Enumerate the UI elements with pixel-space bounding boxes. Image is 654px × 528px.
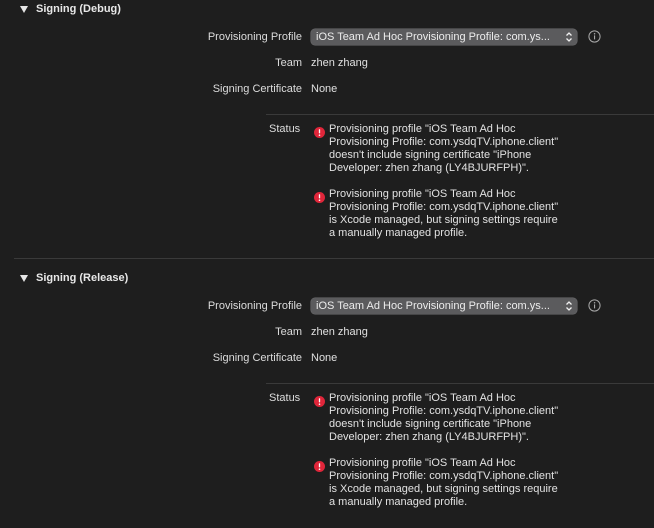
- signing-certificate-row: Signing Certificate None: [0, 81, 654, 99]
- provisioning-profile-label: Provisioning Profile: [207, 31, 302, 43]
- error-exclamation-icon: [314, 461, 325, 472]
- signing-certificate-value: None: [311, 352, 338, 364]
- team-label: Team: [275, 326, 302, 338]
- status-label: Status: [269, 392, 301, 404]
- provisioning-profile-value: iOS Team Ad Hoc Provisioning Profile: co…: [316, 31, 550, 43]
- status-issue-text: Provisioning profile "iOS Team Ad Hoc Pr…: [329, 188, 559, 239]
- status-issue-text: Provisioning profile "iOS Team Ad Hoc Pr…: [329, 457, 559, 508]
- status-label: Status: [269, 123, 301, 135]
- provisioning-profile-popup[interactable]: iOS Team Ad Hoc Provisioning Profile: co…: [311, 29, 577, 45]
- team-row: Team zhen zhang: [0, 55, 654, 73]
- signing-debug-header[interactable]: Signing (Debug): [20, 3, 121, 15]
- provisioning-profile-label: Provisioning Profile: [207, 300, 302, 312]
- status-issue-text: Provisioning profile "iOS Team Ad Hoc Pr…: [329, 123, 559, 174]
- signing-certificate-label: Signing Certificate: [212, 83, 302, 95]
- provisioning-profile-row: Provisioning Profile iOS Team Ad Hoc Pro…: [0, 29, 654, 47]
- info-circle-icon[interactable]: [588, 299, 601, 312]
- signing-certificate-value: None: [311, 83, 338, 95]
- info-circle-icon[interactable]: [588, 30, 601, 43]
- team-value: zhen zhang: [311, 326, 368, 338]
- section-title: Signing (Release): [36, 272, 129, 284]
- popup-arrows-icon: [566, 32, 572, 42]
- error-exclamation-icon: [314, 396, 325, 407]
- team-value: zhen zhang: [311, 57, 368, 69]
- signing-debug-section: Signing (Debug) Provisioning Profile iOS…: [0, 0, 654, 259]
- popup-arrows-icon: [566, 301, 572, 311]
- signing-certificate-label: Signing Certificate: [212, 352, 302, 364]
- section-title: Signing (Debug): [36, 3, 121, 15]
- disclosure-triangle-down-icon[interactable]: [20, 275, 28, 282]
- section-divider: [14, 258, 654, 259]
- signing-release-section: Signing (Release) Provisioning Profile i…: [0, 269, 654, 528]
- team-row: Team zhen zhang: [0, 324, 654, 342]
- provisioning-profile-row: Provisioning Profile iOS Team Ad Hoc Pro…: [0, 298, 654, 316]
- disclosure-triangle-down-icon[interactable]: [20, 6, 28, 13]
- provisioning-profile-popup[interactable]: iOS Team Ad Hoc Provisioning Profile: co…: [311, 298, 577, 314]
- provisioning-profile-value: iOS Team Ad Hoc Provisioning Profile: co…: [316, 300, 550, 312]
- team-label: Team: [275, 57, 302, 69]
- signing-certificate-row: Signing Certificate None: [0, 350, 654, 368]
- error-exclamation-icon: [314, 192, 325, 203]
- status-box: Status Provisioning profile "iOS Team Ad…: [266, 383, 654, 514]
- error-exclamation-icon: [314, 127, 325, 138]
- status-issue-text: Provisioning profile "iOS Team Ad Hoc Pr…: [329, 392, 559, 443]
- status-box: Status Provisioning profile "iOS Team Ad…: [266, 114, 654, 245]
- signing-release-header[interactable]: Signing (Release): [20, 272, 128, 284]
